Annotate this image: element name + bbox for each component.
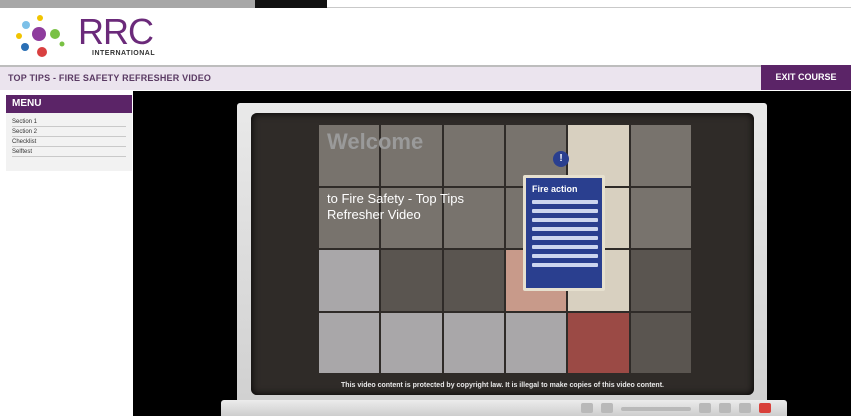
video-welcome-heading: Welcome xyxy=(327,129,424,154)
video-tile xyxy=(319,312,380,373)
menu-item-section-1[interactable]: Section 1 xyxy=(12,117,126,127)
sign-text-lines xyxy=(532,200,598,272)
video-tile-grid xyxy=(319,125,691,373)
course-page: RRC INTERNATIONAL TOP TIPS - FIRE SAFETY… xyxy=(0,0,851,416)
menu-item-section-2[interactable]: Section 2 xyxy=(12,127,126,137)
exit-course-button[interactable]: EXIT COURSE xyxy=(761,65,851,90)
course-title: TOP TIPS - FIRE SAFETY REFRESHER VIDEO xyxy=(8,73,212,83)
video-tile xyxy=(381,250,442,311)
course-titlebar: TOP TIPS - FIRE SAFETY REFRESHER VIDEO E… xyxy=(0,65,851,90)
top-divider xyxy=(327,7,851,8)
captions-icon[interactable] xyxy=(719,403,731,413)
video-tile xyxy=(505,312,567,373)
video-frame: ! Fire action Welcome to Fire Safety - T… xyxy=(237,103,767,416)
video-tile xyxy=(319,250,380,311)
video-subtitle: to Fire Safety - Top Tips Refresher Vide… xyxy=(327,191,465,222)
info-icon: ! xyxy=(553,151,569,167)
player-controls xyxy=(221,400,787,416)
video-tile xyxy=(630,125,691,186)
browser-strip-dark xyxy=(255,0,327,8)
video-screen[interactable]: ! Fire action Welcome to Fire Safety - T… xyxy=(251,113,754,395)
video-tile xyxy=(381,312,442,373)
logo-subtitle: INTERNATIONAL xyxy=(92,50,156,57)
video-tile xyxy=(630,250,691,311)
logo-wordmark: RRC xyxy=(78,11,154,52)
progress-track[interactable] xyxy=(621,407,691,411)
menu-header: MENU xyxy=(6,95,132,113)
sign-title: Fire action xyxy=(532,184,578,194)
fullscreen-icon[interactable] xyxy=(739,403,751,413)
molecule-dots-icon xyxy=(16,15,65,57)
rrc-logo: RRC INTERNATIONAL xyxy=(12,11,156,64)
video-tile xyxy=(443,312,504,373)
volume-icon[interactable] xyxy=(699,403,711,413)
menu-item-selftest[interactable]: Selftest xyxy=(12,147,126,157)
video-tile xyxy=(630,312,691,373)
menu-list: Section 1 Section 2 Checklist Selftest xyxy=(6,113,132,157)
menu-item-checklist[interactable]: Checklist xyxy=(12,137,126,147)
video-tile xyxy=(443,125,504,186)
rewind-icon[interactable] xyxy=(581,403,593,413)
play-icon[interactable] xyxy=(601,403,613,413)
course-menu: MENU Section 1 Section 2 Checklist Selft… xyxy=(6,95,132,171)
video-player[interactable]: ! Fire action Welcome to Fire Safety - T… xyxy=(133,91,851,416)
close-icon[interactable] xyxy=(759,403,771,413)
video-tile xyxy=(630,187,691,248)
fire-action-sign: Fire action xyxy=(523,175,605,291)
copyright-notice: This video content is protected by copyr… xyxy=(341,382,664,389)
video-tile xyxy=(443,250,504,311)
video-tile xyxy=(568,312,629,373)
browser-strip xyxy=(0,0,255,8)
